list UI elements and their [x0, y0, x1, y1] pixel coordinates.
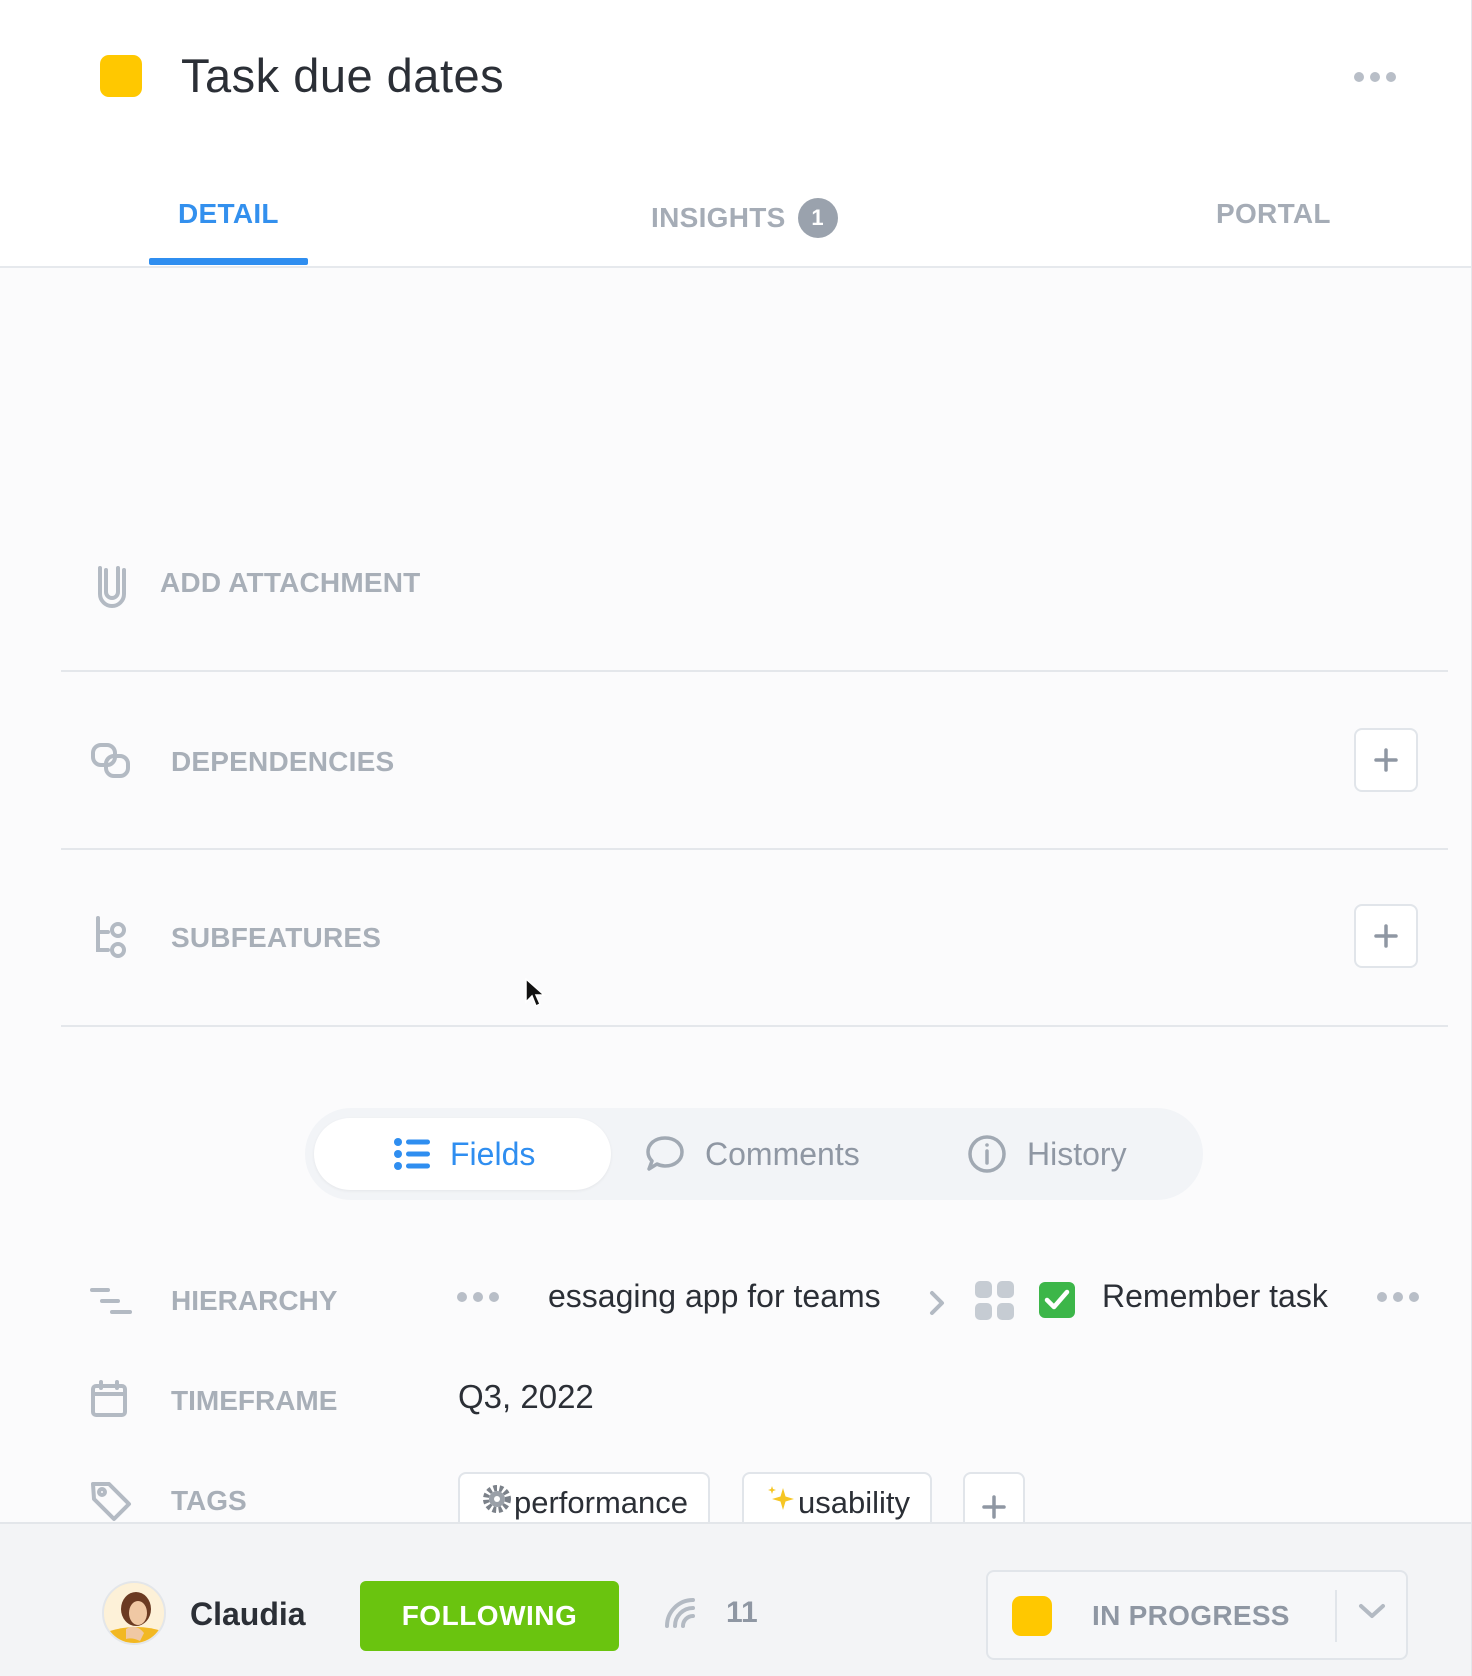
hierarchy-parent-link[interactable]: essaging app for teams — [548, 1278, 903, 1315]
subfeature-tree-icon — [94, 916, 128, 963]
info-icon — [968, 1135, 1006, 1173]
tag-performance-label: performance — [514, 1485, 689, 1520]
feature-title[interactable]: Task due dates — [181, 48, 504, 103]
segment-history-label: History — [1027, 1135, 1127, 1172]
tab-portal-label: PORTAL — [1216, 198, 1331, 229]
tag-icon — [90, 1480, 132, 1527]
chevron-down-icon — [1358, 1602, 1386, 1625]
dependencies-label: DEPENDENCIES — [171, 746, 395, 777]
hierarchy-more-icon[interactable] — [457, 1292, 499, 1302]
following-button[interactable]: FOLLOWING — [360, 1581, 619, 1651]
tab-insights[interactable]: INSIGHTS 1 — [651, 198, 838, 238]
add-subfeature-button[interactable] — [1354, 904, 1418, 968]
more-options-icon[interactable] — [1354, 64, 1400, 90]
add-attachment-link[interactable]: ADD ATTACHMENT — [160, 567, 420, 599]
workflow-status-dropdown[interactable]: IN PROGRESS — [986, 1570, 1408, 1660]
add-dependency-button[interactable] — [1354, 728, 1418, 792]
paperclip-icon[interactable] — [92, 560, 132, 613]
chevron-right-icon — [928, 1288, 946, 1323]
segment-comments-label: Comments — [705, 1135, 860, 1172]
status-color-swatch[interactable] — [100, 55, 142, 97]
plus-icon — [1374, 748, 1398, 772]
check-mark-icon — [1039, 1282, 1075, 1323]
calendar-icon — [90, 1380, 128, 1423]
avatar[interactable] — [102, 1581, 166, 1645]
hierarchy-options-icon[interactable] — [1377, 1292, 1419, 1302]
panel-footer: Claudia FOLLOWING 11 IN PROGRESS — [0, 1522, 1471, 1676]
timeframe-label: TIMEFRAME — [171, 1385, 338, 1416]
detail-view-switcher: Fields Comments History — [305, 1108, 1203, 1200]
comment-icon — [646, 1136, 684, 1171]
hierarchy-current-link[interactable]: Remember task — [1102, 1278, 1334, 1315]
divider — [61, 670, 1448, 672]
tag-usability-label: usability — [798, 1485, 910, 1520]
gear-icon — [482, 1484, 512, 1522]
hierarchy-icon — [90, 1286, 132, 1321]
grid-icon — [975, 1281, 1015, 1326]
divider — [61, 1025, 1448, 1027]
feature-detail-panel: Task due dates DETAIL INSIGHTS 1 PORTAL … — [0, 0, 1472, 1676]
segment-fields[interactable]: Fields — [314, 1118, 611, 1190]
divider — [1335, 1590, 1337, 1642]
panel-header: Task due dates DETAIL INSIGHTS 1 PORTAL — [0, 0, 1471, 268]
segment-fields-label: Fields — [450, 1135, 536, 1172]
status-color-swatch — [1012, 1596, 1052, 1636]
hierarchy-label: HIERARCHY — [171, 1285, 338, 1316]
mouse-cursor-icon — [525, 977, 546, 1015]
tab-detail[interactable]: DETAIL — [178, 198, 279, 230]
current-user-name: Claudia — [190, 1596, 306, 1632]
segment-history[interactable]: History — [967, 1118, 1127, 1190]
segment-comments[interactable]: Comments — [645, 1118, 860, 1190]
status-label: IN PROGRESS — [1092, 1600, 1290, 1631]
list-icon — [394, 1138, 430, 1170]
followers-icon[interactable] — [663, 1596, 699, 1635]
plus-icon — [982, 1495, 1006, 1519]
subfeatures-label: SUBFEATURES — [171, 922, 382, 953]
tab-insights-label: INSIGHTS — [651, 202, 786, 233]
tab-portal[interactable]: PORTAL — [1216, 198, 1331, 230]
followers-count: 11 — [726, 1596, 758, 1629]
tags-label: TAGS — [171, 1485, 247, 1516]
link-icon — [90, 742, 132, 785]
sparkles-icon — [766, 1484, 796, 1522]
plus-icon — [1374, 924, 1398, 948]
active-tab-indicator — [149, 258, 308, 265]
tab-detail-label: DETAIL — [178, 198, 279, 229]
divider — [61, 848, 1448, 850]
timeframe-value[interactable]: Q3, 2022 — [458, 1378, 594, 1416]
insights-count-badge: 1 — [797, 198, 838, 238]
